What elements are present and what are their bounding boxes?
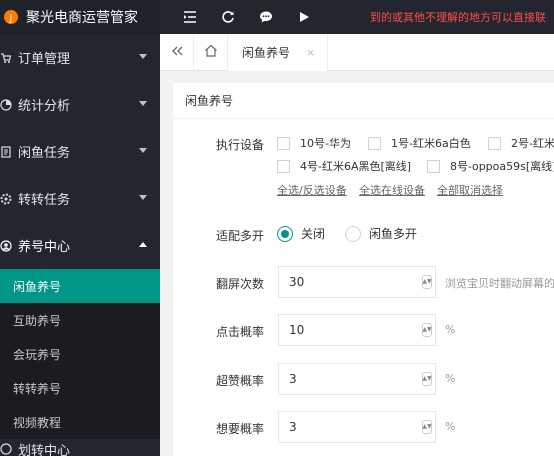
home-icon <box>204 44 218 60</box>
tab-xianyu-account[interactable]: 闲鱼养号 × <box>228 34 329 71</box>
device-label: 执行设备 <box>215 138 264 152</box>
brand-logo-icon: J <box>2 8 20 26</box>
device-name: 4号-红米6A黑色[离线] <box>300 160 412 173</box>
field-label: 翻屏次数 <box>215 277 264 291</box>
sidebar-subitem-xianyu[interactable]: 闲鱼养号 <box>0 269 160 303</box>
field-suffix: % <box>445 372 456 385</box>
sidebar-item-label: 划转中心 <box>18 443 71 456</box>
sidebar-item-label: 订单管理 <box>18 52 71 67</box>
stepper-icon[interactable]: ▲▼ <box>422 372 432 386</box>
device-name: 10号-华为 <box>300 137 351 150</box>
chevron-down-icon <box>139 101 147 106</box>
svg-text:J: J <box>9 13 13 24</box>
chat-icon[interactable] <box>258 9 274 25</box>
want-rate-input[interactable]: 3 ▲▼ <box>278 411 436 443</box>
super-like-rate-input[interactable]: 3 ▲▼ <box>278 363 436 395</box>
chevron-down-icon <box>139 195 147 200</box>
device-checkbox-8[interactable]: 8号-oppoa59s[离线] <box>427 158 554 174</box>
checkbox-box[interactable] <box>427 159 440 173</box>
sidebar-item-xianyu-tasks[interactable]: 闲鱼任务 <box>0 128 160 175</box>
sidebar-submenu: 闲鱼养号 互助养号 会玩养号 转转养号 视频教程 <box>0 269 160 439</box>
radio-label: 闲鱼多开 <box>369 227 418 241</box>
checkbox-box[interactable] <box>277 159 290 173</box>
multi-open-xianyu-radio[interactable]: 闲鱼多开 <box>345 225 417 242</box>
refresh-icon[interactable] <box>220 9 236 25</box>
select-online-devices-link[interactable]: 全选在线设备 <box>359 182 425 198</box>
stepper-icon[interactable]: ▲▼ <box>422 323 432 337</box>
tab-bar: 闲鱼养号 × <box>160 34 554 71</box>
sidebar-subitem-mutual[interactable]: 互助养号 <box>0 303 160 337</box>
multi-open-off-radio[interactable]: 关闭 <box>277 225 325 242</box>
sidebar: J 聚光电商运营管家 订单管理 统计分析 闲鱼任务 转转任务 养号中心 闲鱼养号… <box>0 0 160 456</box>
radio-label: 关闭 <box>301 227 326 241</box>
radio-dot[interactable] <box>345 225 361 242</box>
close-icon[interactable]: × <box>306 46 315 59</box>
sidebar-item-label: 闲鱼任务 <box>18 146 71 161</box>
field-value: 10 <box>289 323 305 337</box>
sidebar-item-label: 转转任务 <box>18 193 71 208</box>
field-suffix: % <box>445 420 456 433</box>
checkbox-box[interactable] <box>368 136 381 150</box>
click-rate-input[interactable]: 10 ▲▼ <box>278 314 436 346</box>
radio-dot[interactable] <box>277 225 293 242</box>
device-name: 8号-oppoa59s[离线] <box>450 160 554 173</box>
scroll-count-input[interactable]: 30 ▲▼ <box>278 266 436 298</box>
cart-icon <box>0 52 12 64</box>
clear-selection-link[interactable]: 全部取消选择 <box>437 182 503 198</box>
chevron-down-icon <box>139 54 147 59</box>
panel-title: 闲鱼养号 <box>173 83 554 119</box>
sidebar-item-orders[interactable]: 订单管理 <box>0 34 160 81</box>
field-label: 想要概率 <box>215 422 264 436</box>
field-value: 30 <box>289 275 305 289</box>
sidebar-item-label: 养号中心 <box>18 240 71 255</box>
tab-label: 闲鱼养号 <box>242 45 291 60</box>
field-suffix: % <box>445 323 456 336</box>
transfer-icon <box>0 443 12 455</box>
play-icon[interactable] <box>296 9 312 25</box>
menu-toggle-icon[interactable] <box>182 9 198 25</box>
sidebar-subitem-zhuanzhuan[interactable]: 转转养号 <box>0 371 160 405</box>
multi-open-label: 适配多开 <box>215 229 264 243</box>
settings-panel: 闲鱼养号 执行设备 10号-华为 1号-红米6a白色 2号-红米 4号-红米6A… <box>173 83 554 456</box>
app-title: 聚光电商运营管家 <box>26 10 138 26</box>
stepper-icon[interactable]: ▲▼ <box>422 275 432 289</box>
device-checkbox-4[interactable]: 4号-红米6A黑色[离线] <box>277 158 411 174</box>
tab-home-button[interactable] <box>194 34 228 70</box>
chart-icon <box>0 98 12 111</box>
stepper-icon[interactable]: ▲▼ <box>422 420 432 434</box>
checkbox-box[interactable] <box>277 136 290 150</box>
top-header: 到的或其他不理解的地方可以直接联 <box>160 0 554 34</box>
device-checkbox-2[interactable]: 2号-红米 <box>488 135 554 151</box>
chevron-up-icon <box>139 242 147 247</box>
brand: J 聚光电商运营管家 <box>0 0 160 34</box>
double-chevron-left-icon <box>171 45 183 59</box>
sidebar-item-zhuanzhuan-tasks[interactable]: 转转任务 <box>0 175 160 222</box>
field-suffix: 浏览宝贝时翻动屏幕的 <box>445 277 554 290</box>
field-label: 点击概率 <box>215 325 264 339</box>
field-value: 3 <box>289 420 297 434</box>
notice-marquee: 到的或其他不理解的地方可以直接联 <box>370 11 546 24</box>
sidebar-item-account-center[interactable]: 养号中心 <box>0 222 160 269</box>
checkbox-box[interactable] <box>488 136 501 150</box>
main-content: 闲鱼养号 执行设备 10号-华为 1号-红米6a白色 2号-红米 4号-红米6A… <box>160 71 554 456</box>
user-icon <box>0 239 12 252</box>
chevron-down-icon <box>139 148 147 153</box>
gear-icon <box>0 193 12 205</box>
sidebar-subitem-video[interactable]: 视频教程 <box>0 405 160 439</box>
device-checkbox-1[interactable]: 1号-红米6a白色 <box>368 135 471 151</box>
tab-scroll-left-button[interactable] <box>160 34 194 70</box>
sidebar-item-stats[interactable]: 统计分析 <box>0 81 160 128</box>
sidebar-item-label: 统计分析 <box>18 99 71 114</box>
field-label: 超赞概率 <box>215 374 264 388</box>
device-name: 1号-红米6a白色 <box>391 137 471 150</box>
device-checkbox-10[interactable]: 10号-华为 <box>277 135 351 151</box>
sidebar-item-transfer[interactable]: 划转中心 <box>0 439 160 456</box>
device-name: 2号-红米 <box>511 137 554 150</box>
tasks-icon <box>0 145 12 158</box>
field-value: 3 <box>289 372 297 386</box>
toggle-select-devices-link[interactable]: 全选/反选设备 <box>277 182 347 198</box>
sidebar-subitem-huiwan[interactable]: 会玩养号 <box>0 337 160 371</box>
